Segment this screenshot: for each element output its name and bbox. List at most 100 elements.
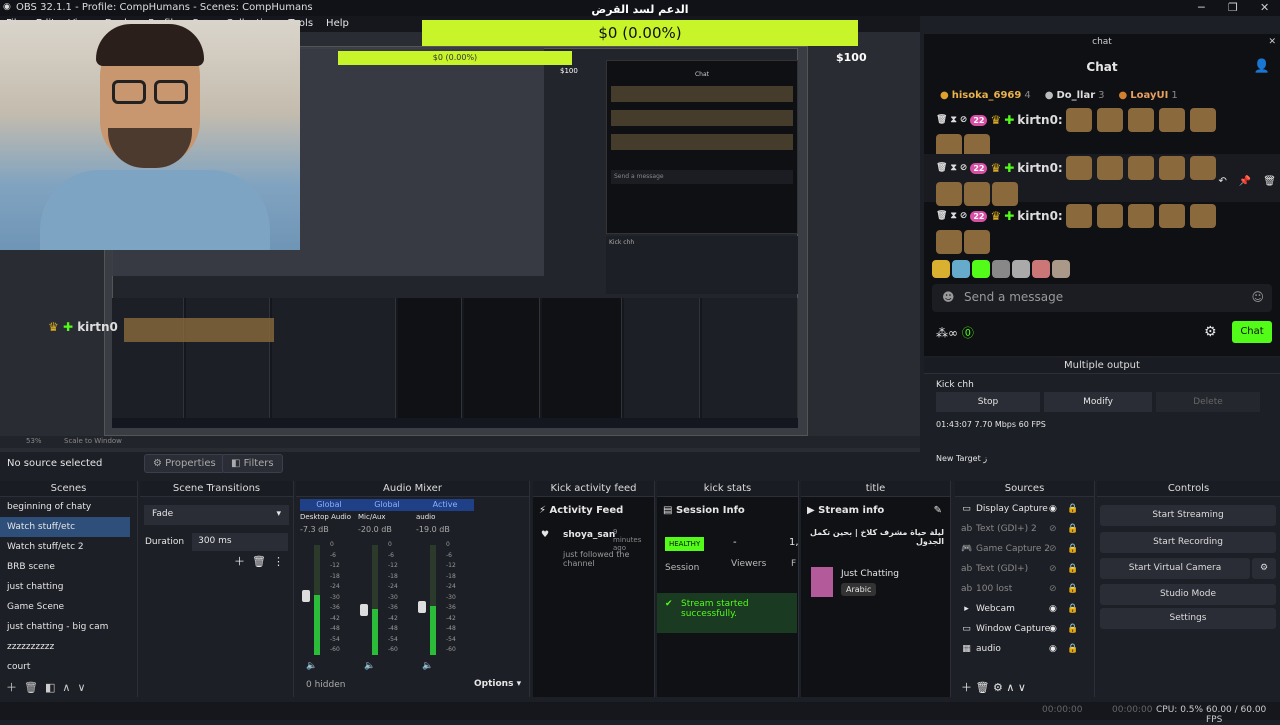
delete-icon[interactable]: 🗑 <box>1263 176 1276 187</box>
add-icon[interactable]: ＋ <box>961 681 972 694</box>
lock-icon[interactable]: 🔒 <box>1067 639 1078 659</box>
filter-icon[interactable]: ◧ <box>45 681 55 694</box>
chevron-down-icon[interactable]: ∨ <box>77 681 85 694</box>
zoom-level[interactable]: 53% <box>26 437 42 445</box>
add-icon[interactable]: ＋ <box>6 681 17 694</box>
source-item[interactable]: ▭ Window Capture ◉ 🔒 <box>955 619 1094 639</box>
start-virtual-camera-button[interactable]: Start Virtual Camera <box>1100 558 1250 579</box>
chat-username[interactable]: kirtn0: <box>1017 209 1062 223</box>
source-item[interactable]: ▭ Display Capture ◉ 🔒 <box>955 499 1094 519</box>
eye-off-icon[interactable]: ⊘ <box>1049 519 1057 539</box>
properties-button[interactable]: ⚙ Properties <box>144 454 225 473</box>
mod-action-icon[interactable]: ⊘ <box>960 115 968 125</box>
eye-off-icon[interactable]: ⊘ <box>1049 539 1057 559</box>
filters-button[interactable]: ◧ Filters <box>222 454 283 473</box>
add-icon[interactable]: ＋ <box>234 555 245 568</box>
chat-settings-icon[interactable]: ⚙ <box>1204 324 1217 340</box>
volume-fader[interactable] <box>360 603 368 616</box>
mod-action-icon[interactable]: ⧗ <box>950 163 956 173</box>
delete-icon[interactable]: 🗑 <box>976 681 990 694</box>
multi-stop-button[interactable]: Stop <box>936 392 1040 412</box>
lock-icon[interactable]: 🔒 <box>1067 579 1078 599</box>
eye-icon[interactable]: ◉ <box>1049 639 1057 659</box>
delete-icon[interactable]: 🗑 <box>252 555 266 568</box>
eye-off-icon[interactable]: ⊘ <box>1049 579 1057 599</box>
scene-item[interactable]: Game Scene <box>0 597 130 617</box>
multi-delete-button[interactable]: Delete <box>1156 392 1260 412</box>
transition-select[interactable]: Fade ▾ <box>144 505 289 525</box>
more-icon[interactable]: ⋮ <box>273 555 284 568</box>
scene-item[interactable]: beginning of chaty <box>0 497 130 517</box>
emote-icon[interactable] <box>1032 260 1050 278</box>
emote-icon[interactable] <box>1052 260 1070 278</box>
speaker-icon[interactable]: 🔈 <box>422 661 433 671</box>
settings-button[interactable]: Settings <box>1100 608 1276 629</box>
scene-item[interactable]: court <box>0 657 130 677</box>
start-recording-button[interactable]: Start Recording <box>1100 532 1276 553</box>
mod-action-icon[interactable]: ⊘ <box>960 163 968 173</box>
delete-icon[interactable]: 🗑 <box>24 681 38 694</box>
channel-name[interactable]: Mic/Aux <box>358 511 416 523</box>
close-icon[interactable]: ✕ <box>1260 1 1269 14</box>
close-icon[interactable]: ✕ <box>1268 34 1276 50</box>
options-button[interactable]: Options ▾ <box>474 679 521 689</box>
scene-item[interactable]: just chatting - big cam <box>0 617 130 637</box>
emoji-icon[interactable]: ☺ <box>1251 290 1264 304</box>
scene-item[interactable]: just chatting <box>0 577 130 597</box>
speaker-icon[interactable]: 🔈 <box>364 661 375 671</box>
emote-icon[interactable] <box>992 260 1010 278</box>
eye-off-icon[interactable]: ⊘ <box>1049 559 1057 579</box>
emote-icon[interactable] <box>932 260 950 278</box>
source-item[interactable]: ▸ Webcam ◉ 🔒 <box>955 599 1094 619</box>
mod-action-icon[interactable]: ⧗ <box>950 211 956 221</box>
scale-select[interactable]: Scale to Window <box>64 437 122 445</box>
lock-icon[interactable]: 🔒 <box>1067 539 1078 559</box>
eye-icon[interactable]: ◉ <box>1049 599 1057 619</box>
duration-input[interactable]: 300 ms <box>192 533 288 551</box>
users-icon[interactable]: 👤 <box>1254 50 1270 84</box>
source-item[interactable]: ab 100 lost ⊘ 🔒 <box>955 579 1094 599</box>
chat-message[interactable]: 🗑 ⧗ ⊘ 22 ♛ ✚ kirtn0: <box>924 202 1280 254</box>
scene-item[interactable]: Watch stuff/etc 2 <box>0 537 130 557</box>
top-chatter[interactable]: ● LoayUI 1 <box>1119 90 1178 102</box>
emote-icon[interactable] <box>1012 260 1030 278</box>
virtual-camera-gear-icon[interactable]: ⚙ <box>1252 558 1276 579</box>
lock-icon[interactable]: 🔒 <box>1067 559 1078 579</box>
emote-icon[interactable] <box>952 260 970 278</box>
studio-mode-button[interactable]: Studio Mode <box>1100 584 1276 605</box>
lock-icon[interactable]: 🔒 <box>1067 619 1078 639</box>
chevron-up-icon[interactable]: ∧ <box>1006 681 1014 694</box>
channel-name[interactable]: Desktop Audio <box>300 511 358 523</box>
channel-name[interactable]: audio <box>416 511 474 523</box>
eye-icon[interactable]: ◉ <box>1049 619 1057 639</box>
points-icon[interactable]: ⁂∞ <box>936 326 958 340</box>
source-item[interactable]: ab Text (GDI+) 2 ⊘ 🔒 <box>955 519 1094 539</box>
chat-message[interactable]: 🗑 ⧗ ⊘ 22 ♛ ✚ kirtn0: <box>924 106 1280 158</box>
chevron-down-icon[interactable]: ∨ <box>1018 681 1026 694</box>
volume-fader[interactable] <box>418 600 426 613</box>
chat-send-button[interactable]: Chat <box>1232 321 1272 343</box>
chevron-up-icon[interactable]: ∧ <box>62 681 70 694</box>
scene-item[interactable]: BRB scene <box>0 557 130 577</box>
kick-logo-icon[interactable]: ⓪ <box>962 326 974 340</box>
speaker-icon[interactable]: 🔈 <box>306 661 317 671</box>
menu-item[interactable]: Help <box>326 18 349 29</box>
maximize-icon[interactable]: ❐ <box>1228 1 1238 14</box>
multi-modify-button[interactable]: Modify <box>1044 392 1152 412</box>
source-item[interactable]: 🎮 Game Capture 2 ⊘ 🔒 <box>955 539 1094 559</box>
mod-action-icon[interactable]: ⧗ <box>950 115 956 125</box>
emote-picker-icon[interactable]: ☻ <box>942 290 955 304</box>
top-chatter[interactable]: ● hisoka_6969 4 <box>940 90 1031 102</box>
mod-action-icon[interactable]: 🗑 <box>936 211 947 221</box>
mod-action-icon[interactable]: 🗑 <box>936 115 947 125</box>
mod-action-icon[interactable]: ⊘ <box>960 211 968 221</box>
top-chatter[interactable]: ● Do_llar 3 <box>1045 90 1105 102</box>
scene-item[interactable]: zzzzzzzzzz <box>0 637 130 657</box>
lock-icon[interactable]: 🔒 <box>1067 599 1078 619</box>
lock-icon[interactable]: 🔒 <box>1067 499 1078 519</box>
minimize-icon[interactable]: ─ <box>1198 1 1205 14</box>
source-item[interactable]: ▦ audio ◉ 🔒 <box>955 639 1094 659</box>
chat-message[interactable]: 🗑 ⧗ ⊘ 22 ♛ ✚ kirtn0: ↶ 📌 🗑 <box>924 154 1280 206</box>
scene-item[interactable]: Watch stuff/etc <box>0 517 130 537</box>
eye-icon[interactable]: ◉ <box>1049 499 1057 519</box>
